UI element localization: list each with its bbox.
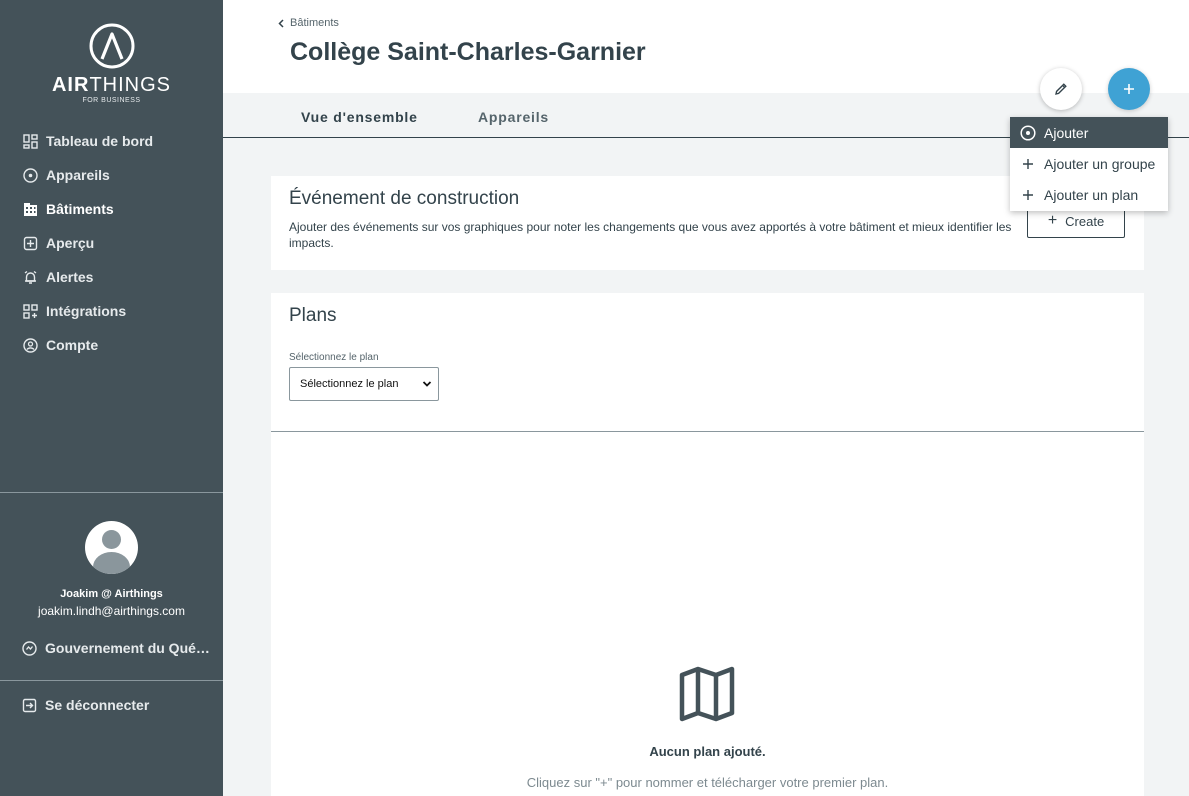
airthings-logo-icon bbox=[89, 23, 134, 69]
add-menu-item-add-plan[interactable]: Ajouter un plan bbox=[1010, 179, 1168, 210]
logout-label: Se déconnecter bbox=[45, 697, 150, 713]
plus-icon bbox=[1020, 158, 1036, 170]
integrations-icon bbox=[22, 303, 38, 319]
organization-switcher[interactable]: Gouvernement du Québec bbox=[22, 640, 212, 656]
sidebar-divider bbox=[0, 680, 223, 681]
brand-name: AIRTHINGS bbox=[51, 74, 171, 96]
device-icon bbox=[22, 167, 38, 183]
page-title: Collège Saint-Charles-Garnier bbox=[290, 38, 646, 66]
switch-org-icon bbox=[22, 640, 37, 656]
sidebar: AIRTHINGS FOR BUSINESS Tableau de bord A… bbox=[0, 0, 223, 796]
event-card-title: Événement de construction bbox=[289, 188, 520, 209]
user-email: joakim.lindh@airthings.com bbox=[38, 604, 185, 618]
brand-logo[interactable]: AIRTHINGS FOR BUSINESS bbox=[0, 22, 223, 104]
sidebar-item-dashboard[interactable]: Tableau de bord bbox=[0, 124, 223, 158]
plan-select-label: Sélectionnez le plan bbox=[289, 352, 379, 363]
sidebar-item-label: Compte bbox=[46, 337, 99, 353]
add-button[interactable] bbox=[1108, 68, 1150, 110]
sidebar-item-integrations[interactable]: Intégrations bbox=[0, 294, 223, 328]
plans-divider bbox=[271, 431, 1144, 432]
plans-title: Plans bbox=[289, 305, 337, 326]
sidebar-item-label: Intégrations bbox=[46, 303, 127, 319]
plan-select-value: Sélectionnez le plan bbox=[300, 378, 399, 390]
add-menu-item-label: Ajouter un plan bbox=[1044, 186, 1139, 203]
add-menu: Ajouter Ajouter un groupe Ajouter un pla… bbox=[1010, 117, 1168, 211]
breadcrumb-label: Bâtiments bbox=[290, 17, 339, 29]
add-menu-item-add[interactable]: Ajouter bbox=[1010, 117, 1168, 148]
sidebar-item-label: Alertes bbox=[46, 269, 94, 285]
tab-devices[interactable]: Appareils bbox=[478, 109, 549, 125]
pencil-icon bbox=[1055, 83, 1067, 95]
add-menu-item-label: Ajouter un groupe bbox=[1044, 155, 1156, 172]
sidebar-divider bbox=[0, 492, 223, 493]
device-icon bbox=[1020, 124, 1036, 141]
logout-icon bbox=[22, 698, 37, 713]
empty-state-hint: Cliquez sur "+" pour nommer et télécharg… bbox=[526, 775, 889, 790]
plus-icon: + bbox=[1047, 212, 1058, 229]
plus-icon bbox=[1124, 84, 1134, 94]
sidebar-item-buildings[interactable]: Bâtiments bbox=[0, 192, 223, 226]
dashboard-icon bbox=[22, 133, 38, 149]
edit-button[interactable] bbox=[1040, 68, 1082, 110]
breadcrumb[interactable]: Bâtiments bbox=[278, 17, 339, 29]
bell-icon bbox=[22, 269, 38, 285]
brand-subtitle: FOR BUSINESS bbox=[82, 97, 141, 104]
sidebar-item-label: Appareils bbox=[46, 167, 110, 183]
plus-icon bbox=[1020, 189, 1036, 201]
plans-card: Plans Sélectionnez le plan Sélectionnez … bbox=[271, 293, 1144, 796]
map-icon bbox=[679, 666, 735, 727]
user-profile: Joakim @ Airthings joakim.lindh@airthing… bbox=[0, 520, 223, 618]
logout-button[interactable]: Se déconnecter bbox=[22, 697, 149, 713]
insight-icon bbox=[22, 235, 38, 251]
chevron-left-icon bbox=[278, 18, 284, 28]
add-menu-item-add-group[interactable]: Ajouter un groupe bbox=[1010, 148, 1168, 179]
plan-select[interactable]: Sélectionnez le plan bbox=[289, 367, 439, 401]
sidebar-item-alerts[interactable]: Alertes bbox=[0, 260, 223, 294]
sidebar-item-label: Bâtiments bbox=[46, 201, 114, 217]
user-name: Joakim @ Airthings bbox=[60, 588, 163, 600]
sidebar-item-insights[interactable]: Aperçu bbox=[0, 226, 223, 260]
tab-overview[interactable]: Vue d'ensemble bbox=[301, 109, 418, 125]
empty-state-title: Aucun plan ajouté. bbox=[649, 744, 766, 759]
event-card-description: Ajouter des événements sur vos graphique… bbox=[289, 220, 1012, 250]
account-icon bbox=[22, 337, 38, 353]
building-icon bbox=[22, 201, 38, 217]
chevron-down-icon bbox=[422, 379, 432, 392]
sidebar-item-label: Aperçu bbox=[46, 235, 95, 251]
sidebar-nav: Tableau de bord Appareils Bâtiments Aper… bbox=[0, 124, 223, 362]
sidebar-item-account[interactable]: Compte bbox=[0, 328, 223, 362]
organization-name: Gouvernement du Québec bbox=[45, 640, 212, 656]
sidebar-item-label: Tableau de bord bbox=[46, 133, 154, 149]
sidebar-item-devices[interactable]: Appareils bbox=[0, 158, 223, 192]
add-menu-item-label: Ajouter bbox=[1044, 124, 1089, 141]
avatar[interactable] bbox=[85, 521, 138, 574]
create-label: Create bbox=[1065, 213, 1105, 229]
